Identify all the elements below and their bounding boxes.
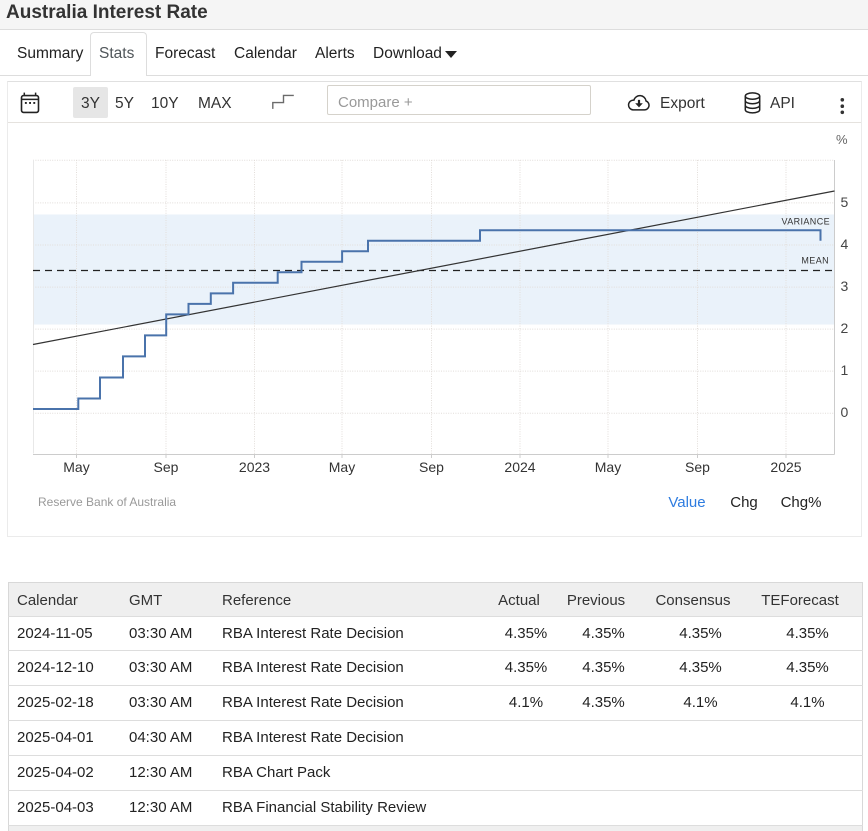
svg-text:Sep: Sep (419, 459, 444, 475)
svg-text:May: May (329, 459, 355, 475)
svg-text:VARIANCE: VARIANCE (781, 217, 830, 227)
svg-text:3: 3 (841, 278, 849, 294)
svg-text:4: 4 (841, 236, 849, 252)
svg-text:1: 1 (841, 362, 849, 378)
svg-text:2025: 2025 (770, 459, 801, 475)
svg-text:Sep: Sep (154, 459, 179, 475)
svg-text:Sep: Sep (685, 459, 710, 475)
svg-text:5: 5 (841, 194, 849, 210)
svg-text:MEAN: MEAN (801, 256, 829, 266)
svg-text:2023: 2023 (239, 459, 270, 475)
svg-text:May: May (63, 459, 89, 475)
svg-text:%: % (836, 132, 848, 147)
svg-text:May: May (595, 459, 621, 475)
svg-text:0: 0 (841, 404, 849, 420)
svg-text:2: 2 (841, 320, 849, 336)
svg-text:2024: 2024 (504, 459, 535, 475)
